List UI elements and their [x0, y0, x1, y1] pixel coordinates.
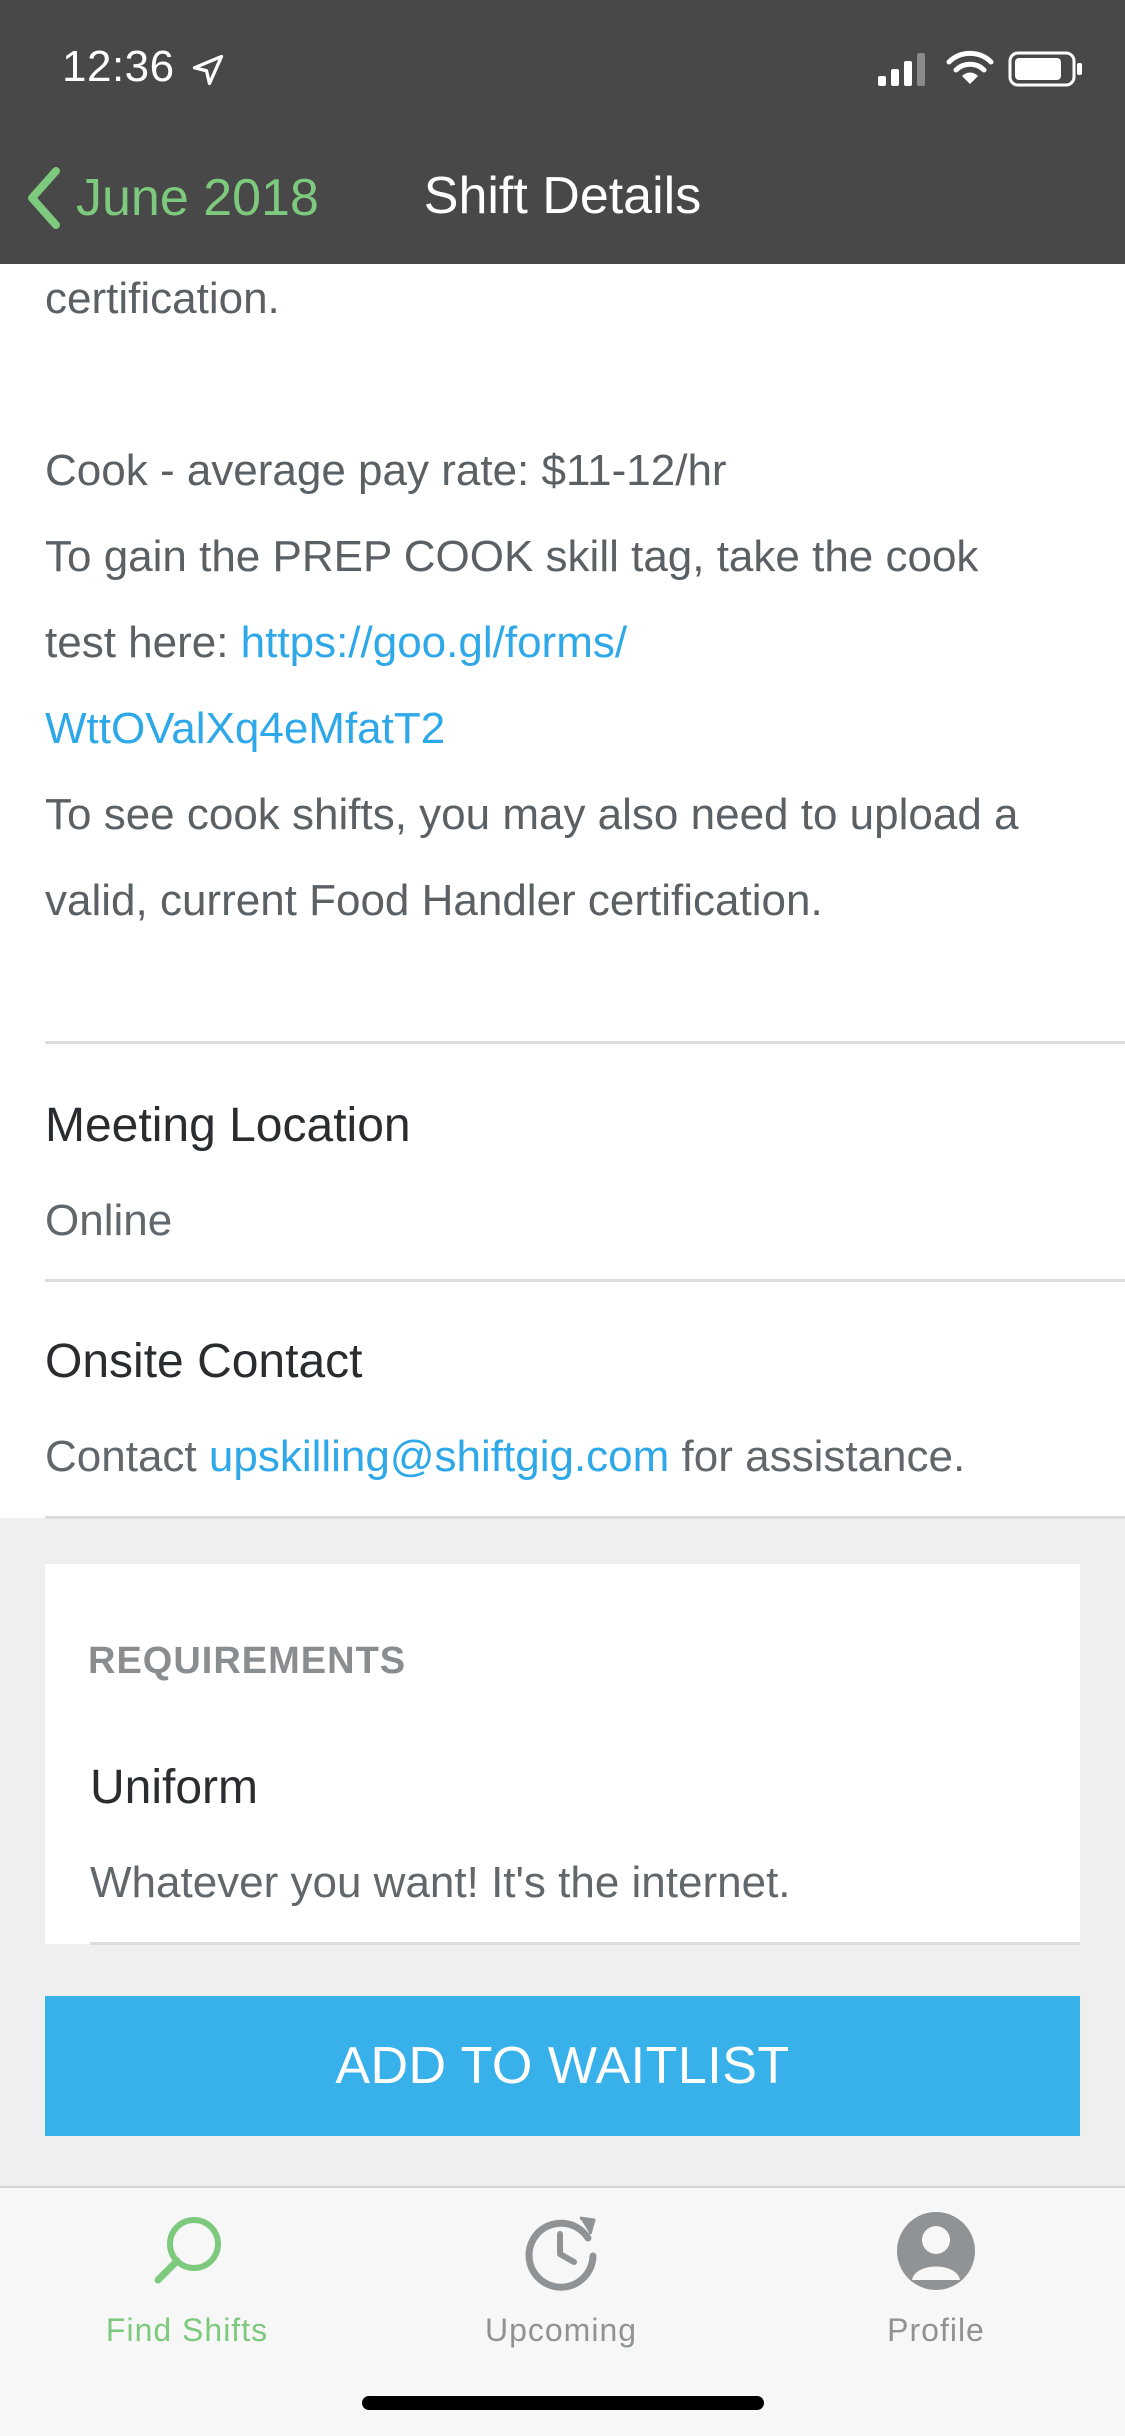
- divider: [45, 1279, 1125, 1282]
- location-arrow-icon: [192, 54, 224, 86]
- description-line: To see cook shifts, you may also need to…: [45, 790, 1019, 839]
- description-text: test here:: [45, 618, 241, 667]
- tab-find-shifts[interactable]: Find Shifts: [62, 2208, 312, 2349]
- profile-icon: [897, 2212, 975, 2290]
- onsite-contact-title: Onsite Contact: [45, 1335, 363, 1388]
- divider: [45, 1041, 1125, 1044]
- page-title: Shift Details: [423, 167, 702, 225]
- requirement-value: Whatever you want! It's the internet.: [90, 1858, 791, 1907]
- tab-label: Upcoming: [484, 2312, 638, 2348]
- contact-email-link[interactable]: upskilling@shiftgig.com: [209, 1432, 669, 1481]
- search-icon: [154, 2217, 221, 2284]
- divider: [45, 1516, 1125, 1519]
- meeting-location-title: Meeting Location: [45, 1099, 411, 1152]
- cook-test-link[interactable]: https://goo.gl/forms/: [241, 618, 627, 667]
- description-line: certification.: [45, 274, 280, 323]
- description-line: To gain the PREP COOK skill tag, take th…: [45, 532, 979, 581]
- tab-label: Find Shifts: [105, 2312, 269, 2348]
- cook-test-link-continued[interactable]: WttOValXq4eMfatT2: [45, 704, 445, 753]
- tab-upcoming[interactable]: Upcoming: [436, 2208, 686, 2349]
- description-line: valid, current Food Handler certificatio…: [45, 876, 823, 925]
- contact-suffix: for assistance.: [669, 1432, 966, 1481]
- contact-prefix: Contact: [45, 1432, 209, 1481]
- description-line: test here: https://goo.gl/forms/: [45, 600, 1105, 686]
- shift-description-body: Cook - average pay rate: $11-12/hr To ga…: [45, 428, 1105, 944]
- divider: [90, 1942, 1080, 1945]
- status-time: 12:36: [62, 42, 175, 91]
- wifi-icon: [946, 50, 994, 84]
- description-line: Cook - average pay rate: $11-12/hr: [45, 446, 727, 495]
- tab-profile[interactable]: Profile: [811, 2208, 1061, 2349]
- clock-history-icon: [525, 2216, 597, 2291]
- battery-icon: [1008, 51, 1082, 87]
- meeting-location-value: Online: [45, 1196, 173, 1245]
- onsite-contact-value: Contact upskilling@shiftgig.com for assi…: [45, 1432, 965, 1482]
- add-to-waitlist-button[interactable]: ADD TO WAITLIST: [45, 1996, 1080, 2136]
- navigation-header: 12:36 June 2018 Shift Details: [0, 0, 1125, 264]
- shift-description: certification.: [45, 256, 1105, 342]
- tab-label: Profile: [887, 2312, 985, 2348]
- home-indicator: [362, 2396, 764, 2410]
- description-line: WttOValXq4eMfatT2: [45, 686, 1105, 772]
- cellular-signal-icon: [878, 53, 925, 86]
- requirements-heading: REQUIREMENTS: [88, 1640, 407, 1682]
- requirement-title: Uniform: [90, 1761, 259, 1814]
